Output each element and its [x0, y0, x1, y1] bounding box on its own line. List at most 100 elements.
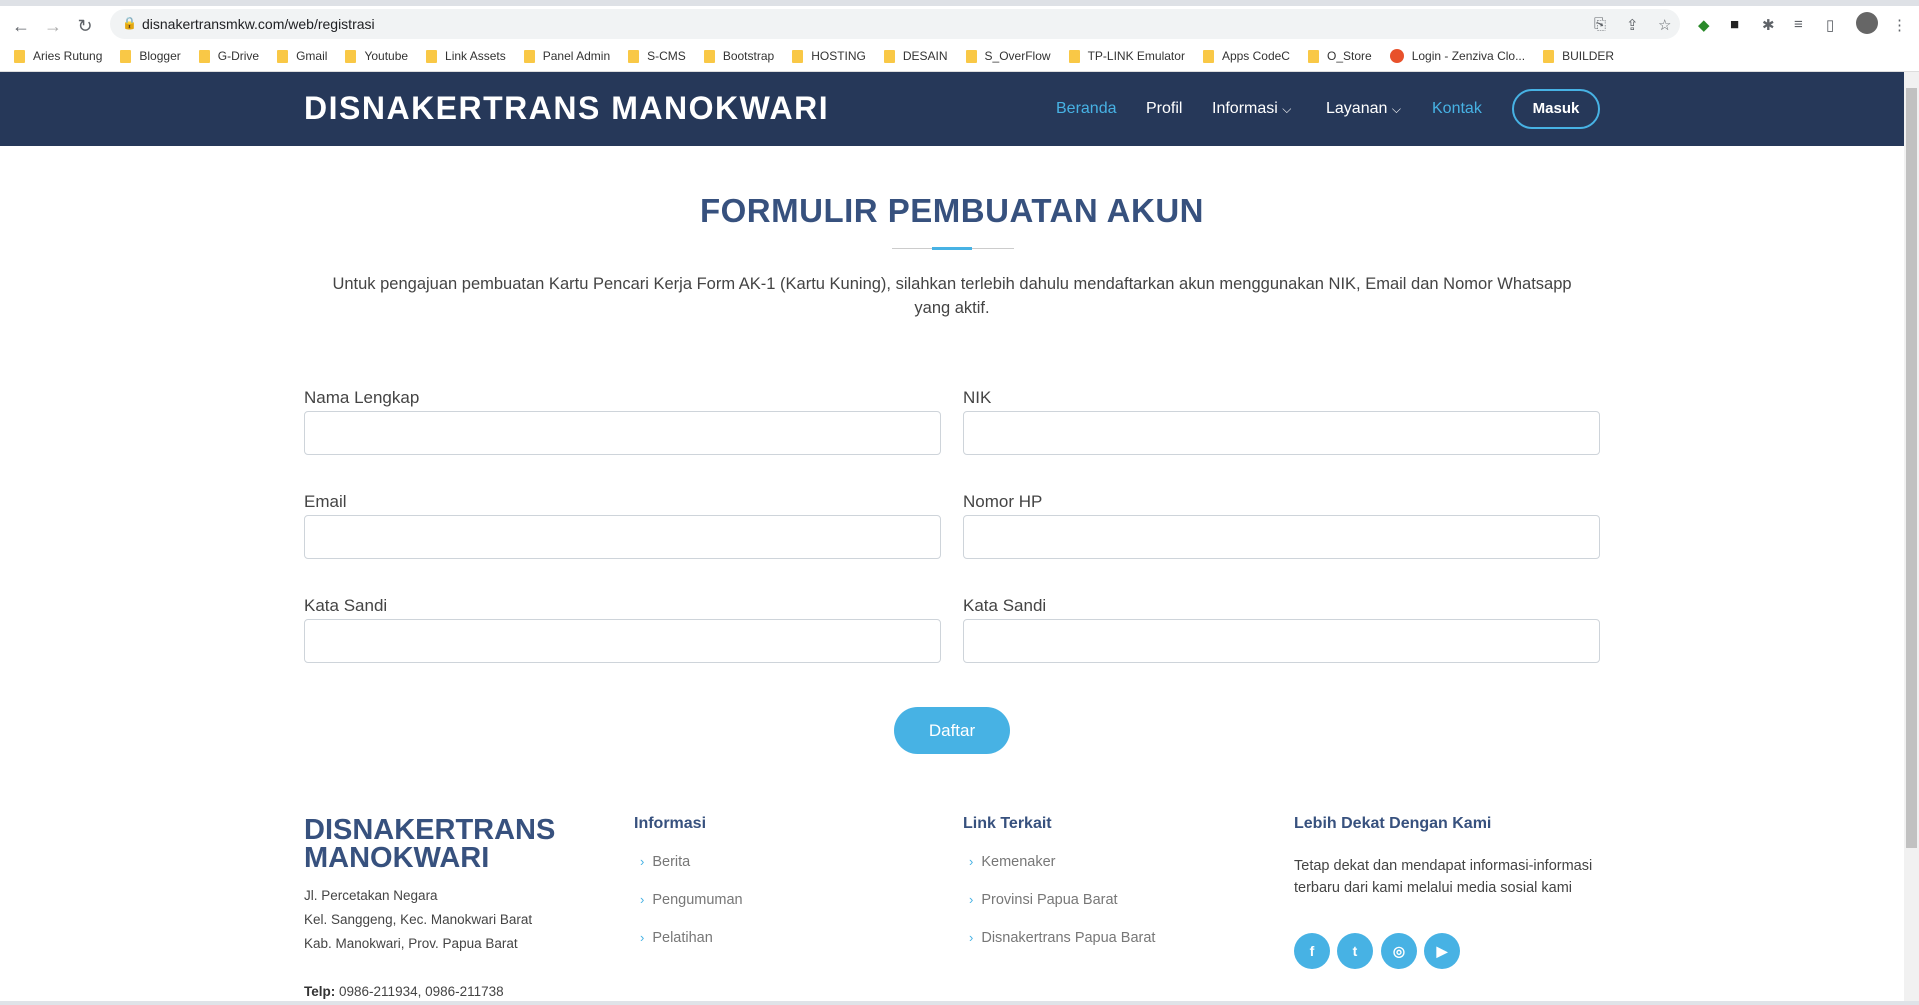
bookmark-item[interactable]: S_OverFlow: [965, 46, 1051, 66]
puzzle-icon[interactable]: ✱: [1762, 16, 1775, 34]
extension-icon[interactable]: ◆: [1698, 16, 1710, 34]
chevron-right-icon: ›: [640, 930, 645, 945]
status-strip: [0, 1001, 1919, 1005]
bookmark-item[interactable]: O_Store: [1307, 46, 1372, 66]
footer-social-text: Tetap dekat dan mendapat informasi-infor…: [1294, 858, 1593, 896]
bookmark-item[interactable]: TP-LINK Emulator: [1068, 46, 1185, 66]
field-input-1[interactable]: [963, 411, 1600, 455]
navbar: DISNAKERTRANS MANOKWARI Beranda Profil I…: [0, 72, 1904, 146]
bookmark-item[interactable]: G-Drive: [198, 46, 259, 66]
footer-brand-line: MANOKWARI: [304, 842, 490, 874]
folder-icon: [965, 49, 977, 63]
folder-icon: [277, 49, 289, 63]
bookmark-label: Login - Zenziva Clo...: [1411, 49, 1526, 63]
twitter-icon[interactable]: t: [1337, 933, 1373, 969]
bookmark-label: O_Store: [1326, 49, 1372, 63]
side-panel-icon[interactable]: ▯: [1826, 16, 1834, 34]
bookmark-item[interactable]: Link Assets: [426, 46, 506, 66]
bookmark-item[interactable]: BUILDER: [1543, 46, 1614, 66]
field-input-4[interactable]: [304, 619, 941, 663]
back-icon[interactable]: ←: [10, 15, 32, 37]
field-label: Nama Lengkap: [304, 388, 420, 407]
field-label: Nomor HP: [963, 492, 1043, 511]
nav-beranda[interactable]: Beranda: [1056, 100, 1117, 118]
scrollbar-thumb[interactable]: [1906, 88, 1917, 848]
chevron-right-icon: ›: [969, 930, 974, 945]
bookmark-item[interactable]: DESAIN: [883, 46, 948, 66]
site-brand[interactable]: DISNAKERTRANS MANOKWARI: [304, 90, 829, 127]
footer-link[interactable]: › Provinsi Papua Barat: [969, 892, 1118, 908]
footer-link-label: Kemenaker: [981, 854, 1056, 870]
field-input-2[interactable]: [304, 515, 941, 559]
folder-icon: [426, 49, 438, 63]
bookmark-item[interactable]: HOSTING: [792, 46, 866, 66]
nav-layanan[interactable]: Layanan ⌵: [1326, 100, 1401, 118]
bookmark-label: Bootstrap: [722, 49, 775, 63]
phone-label: Telp:: [304, 984, 336, 999]
footer-link[interactable]: › Kemenaker: [969, 854, 1056, 870]
folder-icon: [120, 49, 132, 63]
facebook-icon[interactable]: f: [1294, 933, 1330, 969]
login-button[interactable]: Masuk: [1512, 89, 1600, 129]
bookmark-item[interactable]: S-CMS: [628, 46, 686, 66]
register-button[interactable]: Daftar: [894, 707, 1010, 754]
bookmark-item[interactable]: Apps CodeC: [1202, 46, 1290, 66]
bookmark-item[interactable]: Aries Rutung: [14, 46, 102, 66]
lock-icon: 🔒: [122, 16, 137, 30]
bookmark-item[interactable]: Gmail: [277, 46, 327, 66]
folder-icon: [1068, 49, 1080, 63]
share-icon[interactable]: ⇪: [1626, 16, 1639, 34]
field-input-5[interactable]: [963, 619, 1600, 663]
field-input-0[interactable]: [304, 411, 941, 455]
url-text: disnakertransmkw.com/web/registrasi: [142, 16, 375, 32]
address-bar[interactable]: 🔒 disnakertransmkw.com/web/registrasi: [110, 9, 1680, 39]
youtube-icon[interactable]: ▶: [1424, 933, 1460, 969]
form-description: Untuk pengajuan pembuatan Kartu Pencari …: [332, 275, 1572, 317]
forward-icon[interactable]: →: [42, 15, 64, 37]
footer-link-label: Disnakertrans Papua Barat: [981, 930, 1156, 946]
bookmark-item[interactable]: Login - Zenziva Clo...: [1389, 46, 1526, 66]
footer-link-label: Berita: [652, 854, 691, 870]
bookmark-label: Link Assets: [445, 49, 506, 63]
folder-icon: [1543, 49, 1555, 63]
bookmark-item[interactable]: Bootstrap: [703, 46, 775, 66]
bookmark-label: TP-LINK Emulator: [1087, 49, 1185, 63]
bookmark-item[interactable]: Panel Admin: [523, 46, 610, 66]
bookmark-label: HOSTING: [811, 49, 866, 63]
folder-icon: [14, 49, 25, 63]
chevron-right-icon: ›: [969, 854, 974, 869]
address-line: Kab. Manokwari, Prov. Papua Barat: [304, 936, 518, 951]
footer-informasi-title: Informasi: [634, 815, 707, 832]
nav-profil[interactable]: Profil: [1146, 100, 1182, 118]
reading-list-icon[interactable]: ≡: [1794, 16, 1803, 33]
footer-link[interactable]: › Pengumuman: [640, 892, 743, 908]
bookmark-label: Gmail: [296, 49, 328, 63]
address-line: Kel. Sanggeng, Kec. Manokwari Barat: [304, 912, 533, 927]
footer-link-label: Pengumuman: [652, 892, 743, 908]
folder-icon: [1307, 49, 1319, 63]
chevron-right-icon: ›: [640, 854, 645, 869]
nav-kontak[interactable]: Kontak: [1432, 100, 1482, 118]
instagram-icon[interactable]: ◎: [1381, 933, 1417, 969]
profile-avatar[interactable]: [1856, 12, 1878, 34]
reload-icon[interactable]: ↻: [74, 15, 96, 37]
star-icon[interactable]: ☆: [1658, 16, 1671, 34]
bookmark-item[interactable]: Youtube: [345, 46, 408, 66]
footer-link[interactable]: › Pelatihan: [640, 930, 713, 946]
footer-link[interactable]: › Berita: [640, 854, 690, 870]
folder-icon: [523, 49, 535, 63]
chevron-right-icon: ›: [640, 892, 645, 907]
bookmark-label: Apps CodeC: [1221, 49, 1290, 63]
footer-link[interactable]: › Disnakertrans Papua Barat: [969, 930, 1155, 946]
field-input-3[interactable]: [963, 515, 1600, 559]
bookmark-label: BUILDER: [1562, 49, 1615, 63]
menu-icon[interactable]: ⋮: [1892, 16, 1907, 34]
nav-label: Informasi: [1212, 100, 1278, 117]
address-line: Jl. Percetakan Negara: [304, 888, 438, 903]
field-label: Kata Sandi: [963, 596, 1047, 615]
bookmark-item[interactable]: Blogger: [120, 46, 181, 66]
extension-icon[interactable]: ■: [1730, 16, 1739, 33]
translate-icon[interactable]: ⎘: [1594, 16, 1606, 33]
nav-informasi[interactable]: Informasi ⌵: [1212, 100, 1291, 118]
folder-icon: [628, 49, 640, 63]
